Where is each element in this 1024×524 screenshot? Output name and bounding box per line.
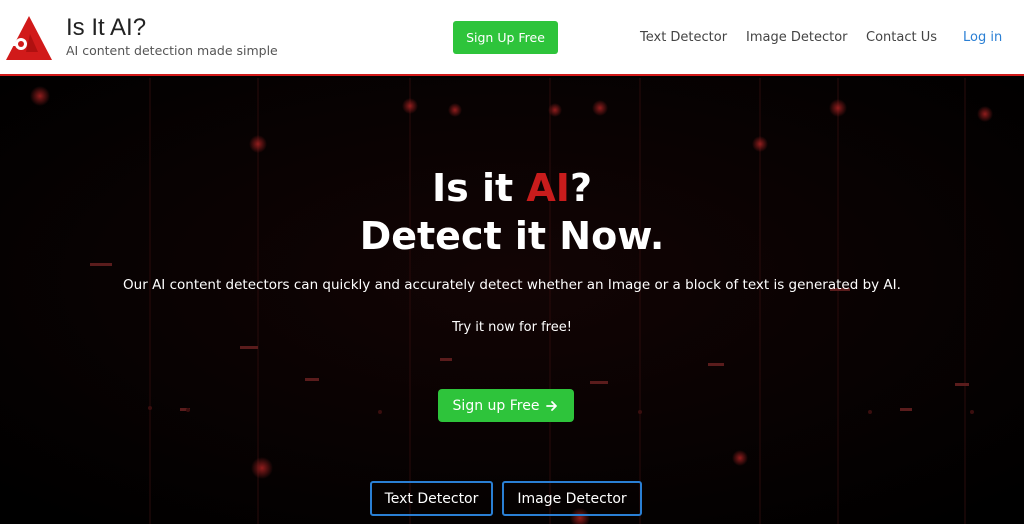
signup-button[interactable]: Sign Up Free xyxy=(453,21,558,54)
nav-image-detector[interactable]: Image Detector xyxy=(746,30,848,45)
logo-icon[interactable] xyxy=(4,14,54,62)
nav-contact-us[interactable]: Contact Us xyxy=(866,30,937,45)
site-header: Is It AI? AI content detection made simp… xyxy=(0,0,1024,76)
hero-description: Our AI content detectors can quickly and… xyxy=(123,277,901,293)
hero-heading-accent: AI xyxy=(526,166,570,210)
hero-section: Is it AI? Detect it Now. Our AI content … xyxy=(0,78,1024,524)
hero-heading-line1: Is it AI? xyxy=(431,166,592,210)
hero-text-detector-button[interactable]: Text Detector xyxy=(370,481,493,516)
brand-tagline: AI content detection made simple xyxy=(66,43,278,58)
brand-title[interactable]: Is It AI? xyxy=(66,14,146,42)
hero-signup-button[interactable]: Sign up Free xyxy=(438,389,574,422)
hero-try-text: Try it now for free! xyxy=(452,320,572,335)
arrow-right-icon xyxy=(546,400,558,411)
hero-heading-line2: Detect it Now. xyxy=(359,214,665,258)
nav-login[interactable]: Log in xyxy=(963,30,1002,45)
hero-background xyxy=(0,78,1024,524)
hero-image-detector-button[interactable]: Image Detector xyxy=(502,481,642,516)
nav-text-detector[interactable]: Text Detector xyxy=(640,30,727,45)
hero-signup-label: Sign up Free xyxy=(452,397,540,414)
